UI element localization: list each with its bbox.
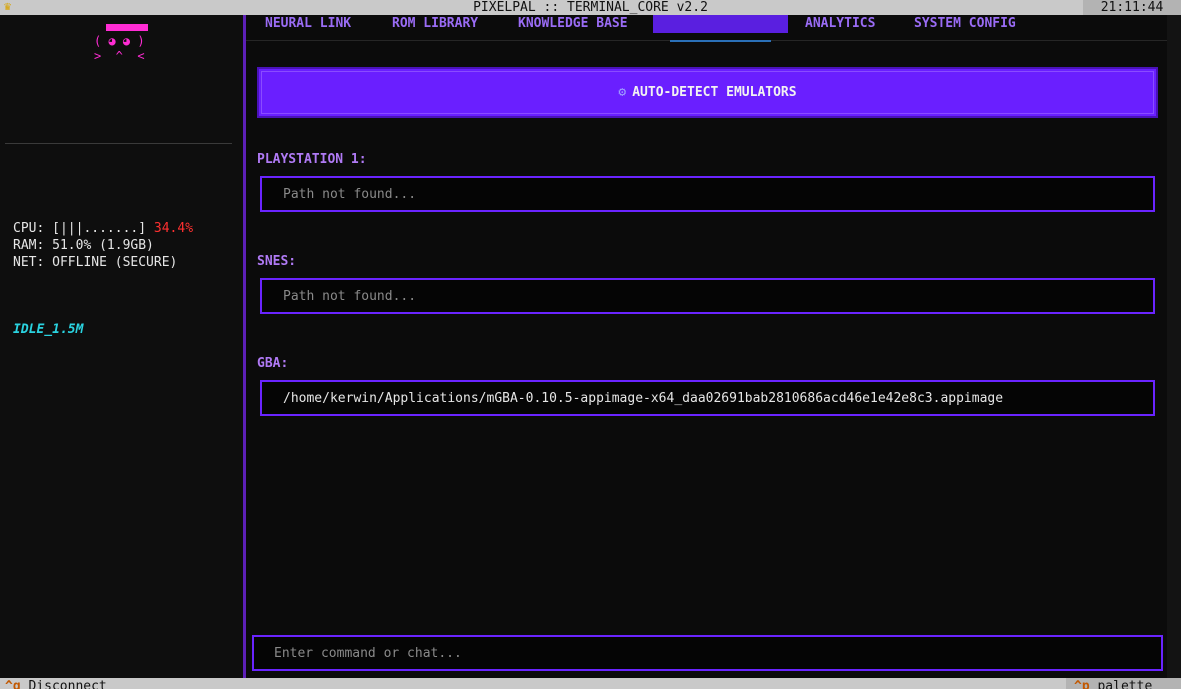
disconnect-key: ^q [5, 679, 21, 689]
sidebar [0, 15, 243, 678]
clock: 21:11:44 [1083, 0, 1181, 15]
mascot-mouth: > ^ < [94, 49, 145, 63]
active-tab-underline [670, 40, 771, 42]
disconnect-label: Disconnect [20, 679, 107, 689]
ps1-path-input[interactable] [260, 176, 1155, 212]
snes-label: SNES: [257, 254, 297, 269]
idle-status: IDLE_1.5M [13, 322, 84, 337]
tab-bar: NEURAL LINK ROM LIBRARY KNOWLEDGE BASE A… [246, 15, 1167, 42]
net-stat: NET: OFFLINE (SECURE) [13, 255, 178, 270]
tab-system-config[interactable]: SYSTEM CONFIG [914, 15, 1016, 35]
auto-detect-button[interactable]: ⚙ AUTO-DETECT EMULATORS [257, 67, 1158, 118]
footer-bar: ^q Disconnect ^p palette [0, 678, 1181, 689]
disconnect-hint[interactable]: ^q Disconnect [5, 678, 107, 689]
tab-analytics[interactable]: ANALYTICS [805, 15, 875, 35]
tab-emulators-active[interactable] [653, 15, 788, 33]
tab-knowledge-base[interactable]: KNOWLEDGE BASE [518, 15, 628, 35]
palette-hint[interactable]: ^p palette [1066, 678, 1181, 689]
cpu-label: CPU: [|||.......] [13, 221, 154, 236]
main-panel: NEURAL LINK ROM LIBRARY KNOWLEDGE BASE A… [246, 15, 1167, 678]
button-inner-border [261, 71, 1154, 114]
palette-key: ^p [1074, 679, 1090, 689]
ps1-label: PLAYSTATION 1: [257, 152, 367, 167]
cpu-stat: CPU: [|||.......] 34.4% [13, 220, 193, 237]
cpu-value: 34.4% [153, 221, 194, 236]
system-stats: CPU: [|||.......] 34.4% RAM: 51.0% (1.9G… [13, 220, 193, 271]
sidebar-divider [5, 143, 232, 144]
palette-label: palette [1089, 679, 1153, 689]
mascot-avatar: ( ◕ ◕ ) > ^ < [94, 24, 148, 64]
tab-rom-library[interactable]: ROM LIBRARY [392, 15, 478, 35]
tab-neural-link[interactable]: NEURAL LINK [265, 15, 351, 35]
command-input[interactable] [252, 635, 1163, 671]
mascot-hat [106, 24, 148, 31]
snes-path-input[interactable] [260, 278, 1155, 314]
title-bar: ♛ PIXELPAL :: TERMINAL_CORE v2.2 21:11:4… [0, 0, 1181, 15]
gba-label: GBA: [257, 356, 289, 371]
right-scroll-area [1167, 15, 1181, 678]
ram-stat: RAM: 51.0% (1.9GB) [13, 238, 154, 253]
mascot-face: ( ◕ ◕ ) [94, 34, 145, 48]
gba-path-input[interactable] [260, 380, 1155, 416]
window-title: PIXELPAL :: TERMINAL_CORE v2.2 [473, 0, 708, 15]
